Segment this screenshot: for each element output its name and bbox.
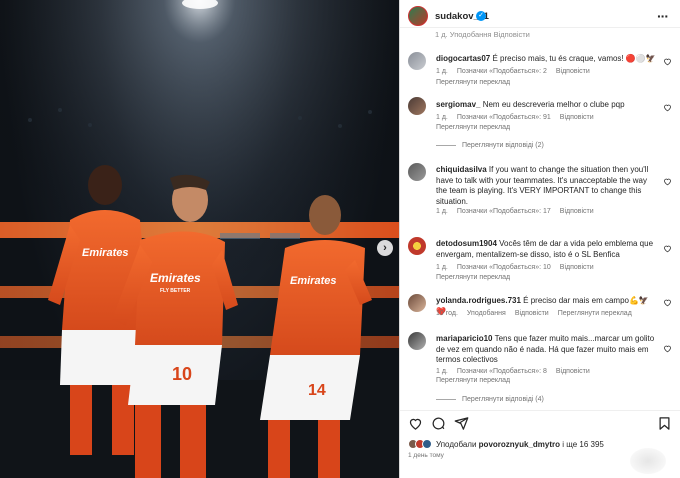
view-replies-label: Переглянути відповіді (4): [462, 396, 544, 403]
author-avatar[interactable]: [408, 6, 428, 26]
comment-avatar[interactable]: [408, 163, 426, 181]
comment-username[interactable]: chiquidasilva: [436, 165, 487, 174]
reply-button[interactable]: Відповісти: [560, 114, 594, 121]
heart-icon[interactable]: [663, 244, 672, 253]
shorts-number-center: 10: [172, 364, 192, 384]
comment-username[interactable]: diogocartas07: [436, 54, 490, 63]
comment-username[interactable]: yolanda.rodrigues.731: [436, 296, 521, 305]
post-date: 1 день тому: [408, 452, 444, 459]
actions-divider: [400, 410, 680, 411]
comment-avatar[interactable]: [408, 97, 426, 115]
comments-panel: sudakov_11 ✓ ··· 1 д. Уподобання Відпові…: [400, 0, 680, 478]
comment-likes[interactable]: Позначки «Подобається»: 8: [457, 368, 547, 375]
see-translation-link[interactable]: Переглянути переклад: [436, 377, 510, 384]
heart-icon[interactable]: [663, 103, 672, 112]
see-translation-link[interactable]: Переглянути переклад: [558, 310, 632, 317]
comment-time: 1 д.: [436, 368, 448, 375]
comment-avatar[interactable]: [408, 52, 426, 70]
see-translation-link[interactable]: Переглянути переклад: [436, 274, 510, 281]
likes-summary: Уподобали povoroznyuk_dmytro і ще 16 395: [408, 439, 604, 449]
post-header: sudakov_11 ✓ ···: [400, 0, 680, 34]
comment-time: 1 д.: [436, 114, 448, 121]
replies-line: [436, 399, 456, 400]
likes-prefix: Уподобали: [436, 439, 477, 449]
reply-button[interactable]: Відповісти: [556, 368, 590, 375]
comment-username[interactable]: mariaparicio10: [436, 334, 492, 343]
comment-avatar[interactable]: [408, 294, 426, 312]
comment-time: 1 д.: [436, 68, 448, 75]
share-icon[interactable]: [454, 416, 469, 431]
reply-button[interactable]: Відповісти: [560, 264, 594, 271]
header-divider: [400, 27, 680, 28]
chevron-right-icon: ›: [383, 241, 387, 254]
comment-username[interactable]: detodosum1904: [436, 239, 497, 248]
liker-avatar: [422, 439, 432, 449]
comment-time: 1 д.: [436, 208, 448, 215]
heart-icon[interactable]: [408, 416, 423, 431]
comment-time: 1 д.: [436, 264, 448, 271]
players-celebrating-illustration: Emirates Emirates FLY BETTER Emirates 10…: [0, 0, 399, 478]
post-actions: [408, 416, 672, 432]
replies-line: [436, 145, 456, 146]
comment-text: É preciso mais, tu és craque, vamos! 🔴⚪🦅: [492, 54, 656, 63]
heart-icon[interactable]: [663, 344, 672, 353]
see-translation-link[interactable]: Переглянути переклад: [436, 124, 510, 131]
likes-count[interactable]: і ще 16 395: [562, 440, 604, 449]
shorts-number-right: 14: [308, 382, 326, 399]
see-translation-link[interactable]: Переглянути переклад: [436, 79, 510, 86]
heart-icon[interactable]: [663, 177, 672, 186]
heart-icon[interactable]: [663, 57, 672, 66]
post-image[interactable]: Emirates Emirates FLY BETTER Emirates 10…: [0, 0, 399, 478]
more-horizontal-icon[interactable]: ···: [657, 8, 669, 24]
reply-button[interactable]: Відповісти: [515, 310, 549, 317]
reply-button[interactable]: Відповісти: [560, 208, 594, 215]
next-image-button[interactable]: ›: [377, 240, 393, 256]
heart-icon[interactable]: [663, 298, 672, 307]
comment-likes[interactable]: Уподобання: [467, 310, 506, 317]
comment-likes[interactable]: Позначки «Подобається»: 2: [457, 68, 547, 75]
comment-username[interactable]: sergiomav_: [436, 100, 480, 109]
comment-icon[interactable]: [431, 416, 446, 431]
jersey-sponsor-left: Emirates: [82, 247, 128, 259]
jersey-slogan-center: FLY BETTER: [160, 288, 191, 294]
comment-likes[interactable]: Позначки «Подобається»: 91: [457, 114, 551, 121]
comment-text: Nem eu descreveria melhor o clube pqp: [482, 100, 625, 109]
previous-comment-meta: 1 д. Уподобання Відповісти: [435, 30, 530, 39]
comment-time: 10 год.: [436, 310, 458, 317]
comment-likes[interactable]: Позначки «Подобається»: 10: [457, 264, 551, 271]
comment-avatar[interactable]: [408, 237, 426, 255]
reply-button[interactable]: Відповісти: [556, 68, 590, 75]
view-replies-button[interactable]: Переглянути відповіді (4): [436, 396, 544, 403]
liker-username[interactable]: povoroznyuk_dmytro: [479, 440, 560, 449]
view-replies-button[interactable]: Переглянути відповіді (2): [436, 142, 544, 149]
comment-avatar[interactable]: [408, 332, 426, 350]
comment-likes[interactable]: Позначки «Подобається»: 17: [457, 208, 551, 215]
bookmark-icon[interactable]: [657, 416, 672, 431]
view-replies-label: Переглянути відповіді (2): [462, 142, 544, 149]
scroll-indicator: [630, 448, 666, 474]
jersey-sponsor-right: Emirates: [290, 275, 336, 287]
verified-icon: ✓: [476, 11, 486, 21]
jersey-sponsor-center: Emirates: [150, 271, 201, 285]
